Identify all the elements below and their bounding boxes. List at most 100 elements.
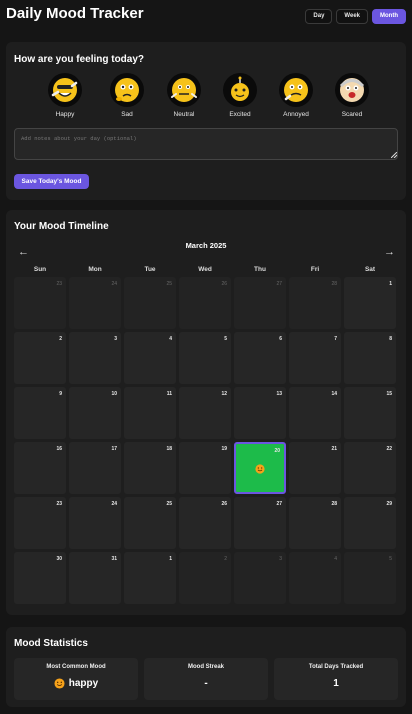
- stat-value: happy: [14, 678, 138, 689]
- calendar-day-number: 6: [279, 336, 282, 342]
- calendar-day-number: 4: [334, 556, 337, 562]
- calendar-day[interactable]: 10: [69, 387, 121, 439]
- sad-face-icon: [110, 73, 144, 107]
- calendar-day-number: 27: [276, 281, 282, 287]
- calendar-day[interactable]: 5: [344, 552, 396, 604]
- calendar-day-number: 2: [59, 336, 62, 342]
- stat-value: 1: [333, 678, 339, 689]
- mood-statistics-card: Mood Statistics Most Common Mood happy M…: [6, 627, 406, 707]
- calendar-day[interactable]: 28: [289, 497, 341, 549]
- calendar-day[interactable]: 24: [69, 277, 121, 329]
- calendar-day[interactable]: 19: [179, 442, 231, 494]
- calendar-day[interactable]: 1: [344, 277, 396, 329]
- calendar-day[interactable]: 18: [124, 442, 176, 494]
- calendar-day[interactable]: 17: [69, 442, 121, 494]
- calendar-day-number: 26: [221, 281, 227, 287]
- resize-handle-icon[interactable]: [391, 152, 397, 158]
- calendar-day[interactable]: 21: [289, 442, 341, 494]
- next-month-arrow-icon[interactable]: →: [384, 246, 395, 258]
- most-common-mood-value: happy: [68, 678, 99, 689]
- stat-title: Total Days Tracked: [308, 664, 364, 670]
- calendar-day[interactable]: 16: [14, 442, 66, 494]
- month-label: March 2025: [185, 241, 227, 250]
- calendar-day[interactable]: 23: [14, 497, 66, 549]
- calendar-day[interactable]: 25: [124, 277, 176, 329]
- calendar-day-number: 21: [331, 446, 337, 452]
- calendar-day[interactable]: 3: [234, 552, 286, 604]
- weekday-label: Sat: [364, 266, 376, 273]
- weekday-header: Sun Mon Tue Wed Thu Fri Sat: [14, 266, 398, 276]
- mood-question-heading: How are you feeling today?: [14, 54, 145, 65]
- weekday-label: Sun: [33, 266, 47, 273]
- calendar-day[interactable]: 28: [289, 277, 341, 329]
- calendar-day[interactable]: 26: [179, 277, 231, 329]
- calendar-day-number: 28: [331, 501, 337, 507]
- mood-timeline-card: Your Mood Timeline ← March 2025 → Sun Mo…: [6, 210, 406, 615]
- calendar-day-number: 14: [331, 391, 337, 397]
- calendar-day[interactable]: 6: [234, 332, 286, 384]
- calendar-day[interactable]: 2: [179, 552, 231, 604]
- calendar-day[interactable]: 5: [179, 332, 231, 384]
- mood-notes-input[interactable]: [14, 128, 398, 160]
- calendar-day[interactable]: 30: [14, 552, 66, 604]
- mood-option-excited[interactable]: Excited: [215, 73, 265, 123]
- mood-option-scared[interactable]: Scared: [327, 73, 377, 123]
- calendar-day[interactable]: 9: [14, 387, 66, 439]
- calendar-day[interactable]: 15: [344, 387, 396, 439]
- neutral-face-icon: [167, 73, 201, 107]
- calendar-day[interactable]: 31: [69, 552, 121, 604]
- calendar-day[interactable]: 13: [234, 387, 286, 439]
- mood-option-sad[interactable]: Sad: [102, 73, 152, 123]
- calendar-day-number: 24: [111, 281, 117, 287]
- calendar-day-number: 20: [274, 448, 280, 454]
- mood-option-happy[interactable]: Happy: [40, 73, 90, 123]
- mood-option-annoyed[interactable]: Annoyed: [271, 73, 321, 123]
- calendar-day-number: 27: [276, 501, 282, 507]
- annoyed-face-icon: [279, 73, 313, 107]
- calendar-day-number: 25: [166, 281, 172, 287]
- scared-face-icon: [335, 73, 369, 107]
- calendar-day-number: 23: [56, 501, 62, 507]
- mood-options: Happy Sad Neutral Excited Annoyed Scared: [6, 73, 406, 123]
- calendar-day[interactable]: 8: [344, 332, 396, 384]
- happy-face-icon: [54, 678, 65, 689]
- mood-option-neutral[interactable]: Neutral: [159, 73, 209, 123]
- calendar-day[interactable]: 4: [289, 552, 341, 604]
- stat-title: Most Common Mood: [46, 664, 106, 670]
- calendar-day[interactable]: 11: [124, 387, 176, 439]
- calendar-day[interactable]: 7: [289, 332, 341, 384]
- stat-mood-streak: Mood Streak -: [144, 658, 268, 700]
- calendar-day-number: 1: [389, 281, 392, 287]
- calendar-day[interactable]: 25: [124, 497, 176, 549]
- stat-value: -: [204, 678, 208, 689]
- calendar-day[interactable]: 26: [179, 497, 231, 549]
- calendar-day[interactable]: 23: [14, 277, 66, 329]
- view-week-button[interactable]: Week: [336, 9, 368, 24]
- calendar-day[interactable]: 22: [344, 442, 396, 494]
- calendar-day[interactable]: 24: [69, 497, 121, 549]
- weekday-label: Fri: [310, 266, 320, 273]
- calendar-day[interactable]: 1: [124, 552, 176, 604]
- happy-face-icon: [48, 73, 82, 107]
- calendar-day-number: 7: [334, 336, 337, 342]
- calendar-day-number: 25: [166, 501, 172, 507]
- calendar-day[interactable]: 3: [69, 332, 121, 384]
- calendar-day[interactable]: 27: [234, 497, 286, 549]
- calendar-day[interactable]: 29: [344, 497, 396, 549]
- calendar-day-today[interactable]: 20: [234, 442, 286, 494]
- calendar-day-number: 23: [56, 281, 62, 287]
- calendar-day[interactable]: 27: [234, 277, 286, 329]
- calendar-day[interactable]: 14: [289, 387, 341, 439]
- view-month-button[interactable]: Month: [372, 9, 406, 24]
- stat-total-days-tracked: Total Days Tracked 1: [274, 658, 398, 700]
- calendar-day-number: 5: [224, 336, 227, 342]
- weekday-label: Tue: [144, 266, 156, 273]
- view-day-button[interactable]: Day: [305, 9, 333, 24]
- calendar-day-number: 10: [111, 391, 117, 397]
- calendar-day[interactable]: 4: [124, 332, 176, 384]
- calendar-day[interactable]: 2: [14, 332, 66, 384]
- calendar-day-number: 30: [56, 556, 62, 562]
- calendar-day[interactable]: 12: [179, 387, 231, 439]
- mood-label: Annoyed: [283, 111, 309, 118]
- save-mood-button[interactable]: Save Today's Mood: [14, 174, 89, 189]
